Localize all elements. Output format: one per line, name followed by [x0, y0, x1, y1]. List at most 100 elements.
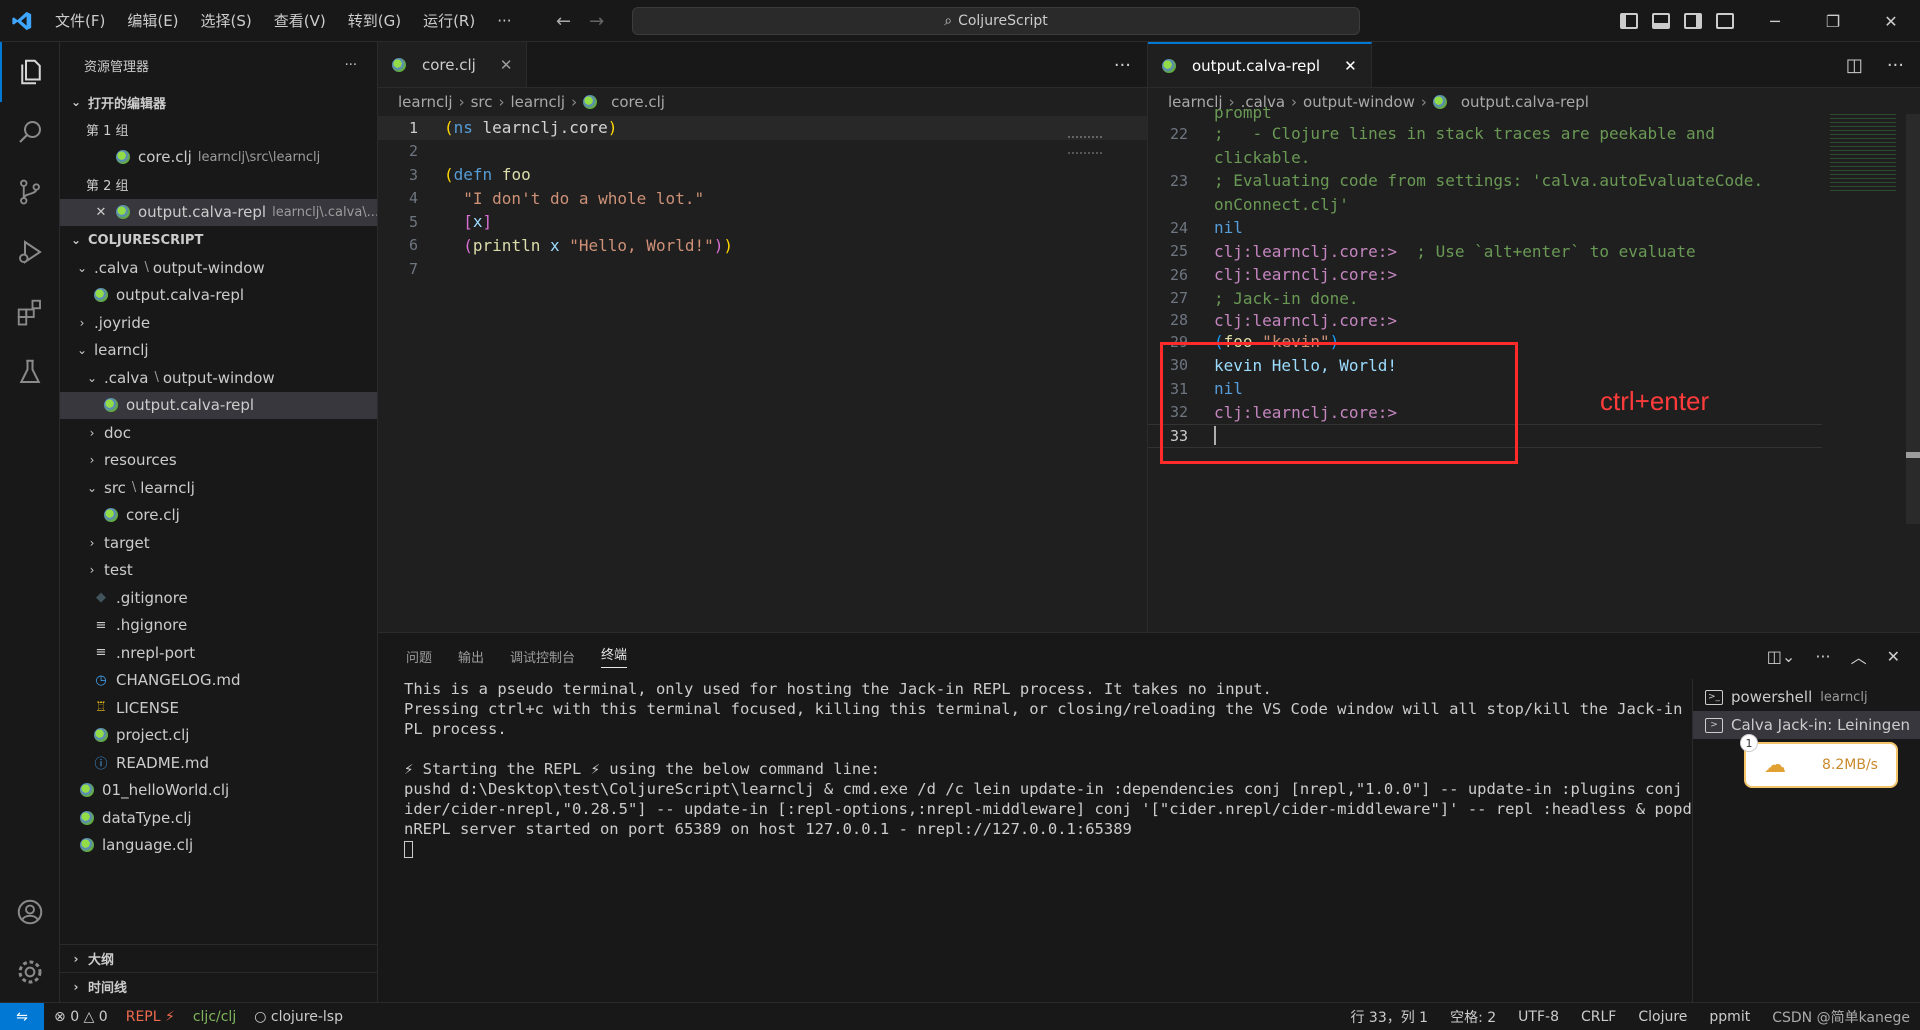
run-debug-icon[interactable] [0, 222, 60, 282]
tree-file-output-repl-root[interactable]: output.calva-repl [60, 282, 377, 310]
tree-folder-resources[interactable]: › resources [60, 447, 377, 475]
tree-label: resources [104, 451, 177, 470]
info-file-icon: ⓘ [94, 757, 108, 773]
open-editor-core-clj[interactable]: core.clj learnclj\src\learnclj [60, 144, 377, 172]
accounts-icon[interactable] [0, 882, 60, 942]
tab-terminal[interactable]: 终端 [601, 644, 628, 668]
tree-file-license[interactable]: ♖ LICENSE [60, 694, 377, 722]
menu-selection[interactable]: 选择(S) [190, 0, 263, 42]
close-tab-icon[interactable]: ✕ [1344, 57, 1357, 75]
problems-indicator[interactable]: ⊗ 0 △ 0 [54, 1009, 108, 1025]
tree-file-nrepl-port[interactable]: ≡ .nrepl-port [60, 639, 377, 667]
menu-run[interactable]: 运行(R) [412, 0, 486, 42]
tree-file-data-type[interactable]: dataType.clj [60, 804, 377, 832]
breadcrumb-item[interactable]: core.clj [611, 93, 665, 111]
project-section[interactable]: ⌄ COLJURESCRIPT [60, 226, 377, 254]
maximize-panel-icon[interactable]: ︿ [1851, 644, 1867, 668]
close-icon[interactable]: ✕ [94, 205, 108, 220]
terminal-item-calva[interactable]: > Calva Jack-in: Leiningen [1693, 711, 1920, 739]
split-terminal-icon[interactable]: ◫⌄ [1767, 647, 1796, 666]
close-window-icon[interactable]: ✕ [1862, 0, 1920, 42]
tab-output-repl[interactable]: output.calva-repl ✕ [1148, 42, 1372, 87]
tree-file-language[interactable]: language.clj [60, 832, 377, 860]
tree-folder-target[interactable]: › target [60, 529, 377, 557]
timeline-section[interactable]: › 时间线 [60, 972, 378, 1000]
command-center-search[interactable]: ⌕ ColjureScript [632, 7, 1360, 35]
tree-folder-doc[interactable]: › doc [60, 419, 377, 447]
panel-more-icon[interactable]: ··· [1815, 647, 1830, 666]
close-panel-icon[interactable]: ✕ [1887, 647, 1900, 666]
tree-folder-src[interactable]: ⌄ src \ learnclj [60, 474, 377, 502]
source-control-icon[interactable] [0, 162, 60, 222]
customize-layout-icon[interactable] [1716, 13, 1734, 29]
tab-debug-console[interactable]: 调试控制台 [510, 647, 575, 666]
editor-more-actions-icon[interactable]: ··· [1114, 55, 1131, 76]
menu-file[interactable]: 文件(F) [44, 0, 116, 42]
cursor-position[interactable]: 行 33，列 1 [1350, 1007, 1428, 1027]
tree-folder-calva-learnclj[interactable]: ⌄ .calva \ output-window [60, 364, 377, 392]
eol-setting[interactable]: CRLF [1581, 1009, 1616, 1025]
scrollbar-thumb[interactable] [1906, 452, 1920, 458]
remote-icon[interactable]: ⇋ [0, 1002, 44, 1030]
scrollbar[interactable] [1906, 114, 1920, 524]
minimize-icon[interactable]: ─ [1746, 0, 1804, 42]
toggle-panel-icon[interactable] [1652, 13, 1670, 29]
tree-file-output-repl[interactable]: output.calva-repl [60, 391, 377, 419]
indent-setting[interactable]: 空格: 2 [1450, 1007, 1496, 1027]
terminal-icon: > [1705, 717, 1723, 733]
minimap[interactable] [1830, 114, 1896, 194]
extensions-icon[interactable] [0, 282, 60, 342]
code-editor-core[interactable]: 1 (ns learnclj.core) 2 3 (defn foo 4 "I do… [378, 116, 1147, 281]
breadcrumb-item[interactable]: src [471, 93, 493, 111]
toggle-primary-sidebar-icon[interactable] [1620, 13, 1638, 29]
explorer-icon[interactable] [0, 42, 60, 102]
terminal-item-powershell[interactable]: >_ powershell learnclj [1693, 683, 1920, 711]
network-speed-widget[interactable]: 1 ☁ 8.2MB/s [1740, 734, 1898, 788]
minimap[interactable] [1068, 136, 1102, 154]
tree-folder-calva-root[interactable]: ⌄ .calva \ output-window [60, 254, 377, 282]
forward-arrow-icon[interactable]: → [589, 11, 604, 32]
dialect-status[interactable]: cljc/clj [193, 1009, 236, 1025]
encoding-setting[interactable]: UTF-8 [1518, 1009, 1559, 1025]
line-number: 6 [408, 236, 418, 255]
menu-edit[interactable]: 编辑(E) [116, 0, 189, 42]
open-editors-section[interactable]: ⌄ 打开的编辑器 [60, 88, 377, 116]
open-editor-output-repl[interactable]: ✕ output.calva-repl learnclj\.calva\... [60, 198, 377, 226]
tree-file-readme[interactable]: ⓘ README.md [60, 749, 377, 777]
tree-file-changelog[interactable]: ◷ CHANGELOG.md [60, 667, 377, 695]
repl-status[interactable]: REPL ⚡ [126, 1009, 175, 1025]
close-tab-icon[interactable]: ✕ [500, 56, 513, 74]
tree-folder-test[interactable]: › test [60, 557, 377, 585]
extra-status[interactable]: ppmit [1709, 1009, 1750, 1025]
tab-output[interactable]: 输出 [458, 647, 484, 666]
outline-section[interactable]: › 大纲 [60, 944, 378, 972]
tree-file-hello-world[interactable]: 01_helloWorld.clj [60, 777, 377, 805]
tree-file-hgignore[interactable]: ≡ .hgignore [60, 612, 377, 640]
tree-folder-joyride[interactable]: › .joyride [60, 309, 377, 337]
search-view-icon[interactable] [0, 102, 60, 162]
tree-folder-learnclj[interactable]: ⌄ learnclj [60, 337, 377, 365]
testing-flask-icon[interactable] [0, 342, 60, 402]
lsp-status[interactable]: ○ clojure-lsp [254, 1009, 343, 1025]
language-mode[interactable]: Clojure [1638, 1009, 1687, 1025]
breadcrumb-item[interactable]: learnclj [511, 93, 566, 111]
sidebar-more-icon[interactable]: ··· [345, 58, 357, 73]
restore-icon[interactable]: ❐ [1804, 0, 1862, 42]
back-arrow-icon[interactable]: ← [556, 11, 571, 32]
menu-more[interactable]: ··· [486, 0, 522, 42]
tab-problems[interactable]: 问题 [406, 647, 432, 666]
split-editor-icon[interactable]: ◫ [1846, 55, 1863, 76]
menu-go[interactable]: 转到(G) [337, 0, 412, 42]
tree-file-gitignore[interactable]: ◆ .gitignore [60, 584, 377, 612]
code-line: 27 ; Jack-in done. [1148, 287, 1920, 311]
menu-view[interactable]: 查看(V) [263, 0, 337, 42]
search-icon: ⌕ [944, 13, 953, 29]
toggle-secondary-sidebar-icon[interactable] [1684, 13, 1702, 29]
breadcrumb-item[interactable]: learnclj [398, 93, 453, 111]
tab-core-clj[interactable]: core.clj ✕ [378, 42, 528, 87]
editor-more-actions-icon[interactable]: ··· [1887, 55, 1904, 76]
editor-group-1: 第 1 组 [60, 116, 377, 144]
manage-gear-icon[interactable] [0, 942, 60, 1002]
tree-file-project-clj[interactable]: project.clj [60, 722, 377, 750]
tree-file-core-clj[interactable]: core.clj [60, 502, 377, 530]
